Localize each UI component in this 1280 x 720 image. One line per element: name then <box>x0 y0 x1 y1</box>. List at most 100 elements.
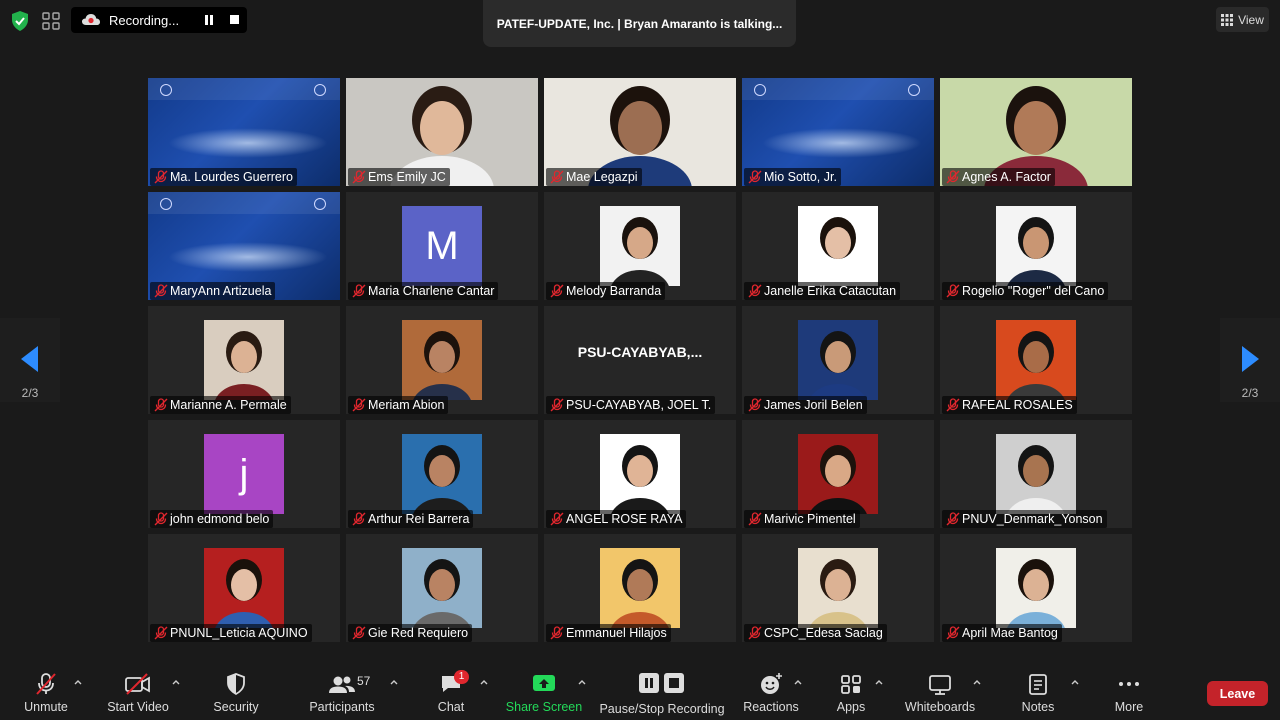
participant-photo <box>798 206 878 286</box>
participant-photo <box>600 434 680 514</box>
participant-photo <box>402 320 482 400</box>
muted-mic-icon <box>946 398 960 412</box>
page-indicator-left: 2/3 <box>21 386 39 400</box>
participants-button[interactable]: Participants <box>308 656 376 720</box>
security-button[interactable]: Security <box>212 656 260 720</box>
participant-tile[interactable]: Janelle Erika Catacutan <box>742 192 934 300</box>
participant-tile[interactable]: Agnes A. Factor <box>940 78 1132 186</box>
chat-button[interactable]: Chat <box>430 656 472 720</box>
participant-tile[interactable]: ANGEL ROSE RAYA <box>544 420 736 528</box>
muted-mic-icon <box>748 398 762 412</box>
apps-button[interactable]: Apps <box>830 656 872 720</box>
participant-tile[interactable]: Emmanuel Hilajos <box>544 534 736 642</box>
top-bar: Recording... PATEF-UPDATE, Inc. | Bryan … <box>0 0 1280 47</box>
participant-photo <box>996 206 1076 286</box>
muted-mic-icon <box>352 626 366 640</box>
pause-recording-icon[interactable] <box>204 15 214 25</box>
unmute-button[interactable]: Unmute <box>20 656 72 720</box>
participant-photo <box>798 320 878 400</box>
participants-label: Participants <box>309 700 375 714</box>
cloud-recording-icon <box>82 14 100 25</box>
participant-tile[interactable]: Mio Sotto, Jr. <box>742 78 934 186</box>
participant-tile[interactable]: Marivic Pimentel <box>742 420 934 528</box>
share-screen-button[interactable]: Share Screen <box>506 656 582 720</box>
notes-button[interactable]: Notes <box>1016 656 1060 720</box>
participant-photo <box>402 548 482 628</box>
muted-mic-icon <box>352 398 366 412</box>
participant-name-label: MaryAnn Artizuela <box>150 282 276 300</box>
participant-tile[interactable]: j john edmond belo <box>148 420 340 528</box>
participant-initial-avatar: M <box>402 206 482 286</box>
participant-tile[interactable]: Mae Legazpi <box>544 78 736 186</box>
participant-name-label: Melody Barranda <box>546 282 666 300</box>
unmute-label: Unmute <box>24 700 68 714</box>
participant-tile[interactable]: Ma. Lourdes Guerrero <box>148 78 340 186</box>
notes-icon <box>1029 674 1047 695</box>
notes-options-chevron-icon[interactable] <box>1071 679 1079 685</box>
participant-tile[interactable]: Ems Emily JC <box>346 78 538 186</box>
participants-options-chevron-icon[interactable] <box>390 679 398 685</box>
previous-page-button[interactable]: 2/3 <box>0 318 60 402</box>
participant-name-label: Marivic Pimentel <box>744 510 860 528</box>
whiteboards-label: Whiteboards <box>904 700 976 714</box>
participant-tile[interactable]: Arthur Rei Barrera <box>346 420 538 528</box>
participant-tile[interactable]: CSPC_Edesa Saclag <box>742 534 934 642</box>
gallery-grid-icon[interactable] <box>42 12 60 30</box>
participant-photo <box>996 434 1076 514</box>
chat-label: Chat <box>437 700 465 714</box>
participant-name-label: Emmanuel Hilajos <box>546 624 671 642</box>
muted-mic-icon <box>352 284 366 298</box>
participant-photo <box>402 434 482 514</box>
participant-name-label: Agnes A. Factor <box>942 168 1055 186</box>
participant-photo <box>996 320 1076 400</box>
participant-photo <box>798 434 878 514</box>
participant-tile[interactable]: James Joril Belen <box>742 306 934 414</box>
chat-options-chevron-icon[interactable] <box>480 679 488 685</box>
participant-tile[interactable]: RAFEAL ROSALES <box>940 306 1132 414</box>
encryption-shield-icon[interactable] <box>10 10 30 32</box>
apps-options-chevron-icon[interactable] <box>875 679 883 685</box>
more-label: More <box>1114 700 1144 714</box>
participant-name-label: James Joril Belen <box>744 396 867 414</box>
video-off-icon <box>125 673 150 695</box>
whiteboards-options-chevron-icon[interactable] <box>973 679 981 685</box>
participant-tile[interactable]: MaryAnn Artizuela <box>148 192 340 300</box>
participant-tile[interactable]: Rogelio "Roger" del Cano <box>940 192 1132 300</box>
participant-tile[interactable]: Melody Barranda <box>544 192 736 300</box>
participant-name-label: Ma. Lourdes Guerrero <box>150 168 297 186</box>
reactions-button[interactable]: Reactions <box>742 656 800 720</box>
view-grid-icon <box>1221 13 1234 26</box>
stop-recording-icon[interactable] <box>230 15 239 24</box>
active-speaker-banner: PATEF-UPDATE, Inc. | Bryan Amaranto is t… <box>483 0 796 47</box>
participant-name-label: CSPC_Edesa Saclag <box>744 624 887 642</box>
participant-tile[interactable]: PNUNL_Leticia AQUINO <box>148 534 340 642</box>
whiteboard-icon <box>929 675 951 695</box>
share-screen-icon <box>533 675 555 691</box>
more-button[interactable]: More <box>1108 656 1150 720</box>
participant-tile[interactable]: Meriam Abion <box>346 306 538 414</box>
participant-tile[interactable]: M Maria Charlene Cantar <box>346 192 538 300</box>
next-page-button[interactable]: 2/3 <box>1220 318 1280 402</box>
reactions-options-chevron-icon[interactable] <box>794 679 802 685</box>
pause-stop-recording-button[interactable]: Pause/Stop Recording <box>599 656 725 720</box>
muted-mic-icon <box>154 170 168 184</box>
participant-name-label: PSU-CAYABYAB, JOEL T. <box>546 396 716 414</box>
start-video-button[interactable]: Start Video <box>106 656 170 720</box>
arrow-right-icon <box>1242 346 1259 372</box>
participant-tile[interactable]: Gie Red Requiero <box>346 534 538 642</box>
participant-name-label: john edmond belo <box>150 510 274 528</box>
participant-tile[interactable]: PSU-CAYABYAB,... PSU-CAYABYAB, JOEL T. <box>544 306 736 414</box>
video-options-chevron-icon[interactable] <box>172 679 180 685</box>
muted-mic-icon <box>154 626 168 640</box>
audio-options-chevron-icon[interactable] <box>74 679 82 685</box>
leave-button[interactable]: Leave <box>1207 681 1268 706</box>
share-options-chevron-icon[interactable] <box>578 679 586 685</box>
meeting-toolbar: Unmute Start Video Security Participants… <box>0 656 1280 720</box>
participants-count: 57 <box>357 674 371 688</box>
participant-tile[interactable]: PNUV_Denmark_Yonson <box>940 420 1132 528</box>
whiteboards-button[interactable]: Whiteboards <box>904 656 976 720</box>
view-button[interactable]: View <box>1216 7 1269 32</box>
participant-name-label: ANGEL ROSE RAYA <box>546 510 687 528</box>
participant-tile[interactable]: April Mae Bantog <box>940 534 1132 642</box>
participant-tile[interactable]: Marianne A. Permale <box>148 306 340 414</box>
